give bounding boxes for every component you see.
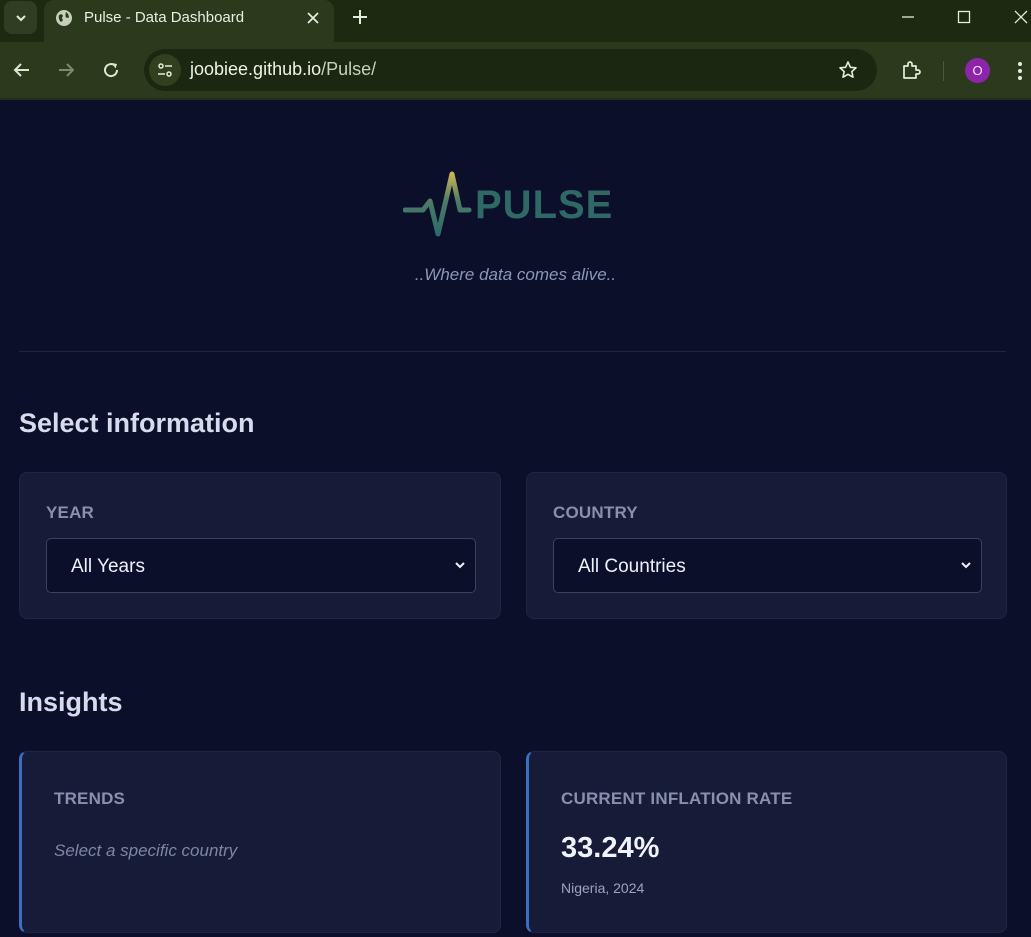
browser-tab[interactable]: Pulse - Data Dashboard: [44, 0, 334, 42]
browser-toolbar: joobiee.github.io/Pulse/: [0, 42, 1031, 100]
minimize-button[interactable]: [894, 5, 922, 29]
reload-button[interactable]: [98, 57, 124, 83]
tagline: ..Where data comes alive..: [414, 265, 617, 284]
header-divider: [19, 351, 1006, 352]
new-tab-button[interactable]: [348, 5, 372, 29]
address-bar[interactable]: joobiee.github.io/Pulse/: [144, 49, 877, 91]
country-select[interactable]: All Countries: [553, 538, 982, 593]
dashboard-page: PULSE ..Where data comes alive.. Select …: [0, 102, 1031, 937]
url-path: /Pulse/: [321, 59, 377, 79]
menu-icon: [1018, 62, 1022, 80]
country-select-value: All Countries: [578, 556, 686, 577]
profile-avatar[interactable]: O: [965, 58, 990, 83]
url-text: joobiee.github.io/Pulse/: [190, 59, 376, 80]
country-label: COUNTRY: [553, 503, 638, 522]
inflation-subtext: Nigeria, 2024: [561, 880, 645, 896]
year-select[interactable]: All Years: [46, 538, 476, 593]
forward-button[interactable]: [53, 57, 79, 83]
back-button[interactable]: [9, 57, 35, 83]
inflation-label: CURRENT INFLATION RATE: [561, 789, 793, 808]
insights-section-title: Insights: [19, 687, 123, 717]
extensions-button[interactable]: [898, 57, 924, 83]
chevron-down-icon: [961, 562, 971, 569]
trends-label: TRENDS: [54, 789, 126, 808]
country-card: COUNTRY All Countries: [526, 472, 1007, 619]
year-label: YEAR: [46, 503, 95, 522]
back-icon: [13, 63, 29, 77]
tab-title: Pulse - Data Dashboard: [84, 9, 245, 26]
forward-icon: [59, 63, 75, 77]
bookmark-button[interactable]: [836, 58, 860, 82]
select-section-title: Select information: [19, 408, 255, 438]
close-icon: [1014, 10, 1028, 24]
trends-card: TRENDS Select a specific country: [19, 751, 501, 933]
maximize-icon: [957, 10, 971, 24]
tab-strip: Pulse - Data Dashboard: [0, 0, 1031, 42]
globe-icon: [56, 10, 72, 26]
extensions-icon: [903, 61, 921, 79]
star-icon: [839, 61, 857, 78]
toolbar-divider: [943, 61, 944, 81]
chevron-down-icon: [15, 14, 26, 21]
inflation-card: CURRENT INFLATION RATE 33.24% Nigeria, 2…: [526, 751, 1007, 933]
minimize-icon: [902, 16, 914, 18]
browser-menu-button[interactable]: [1010, 58, 1030, 84]
year-card: YEAR All Years: [19, 472, 501, 619]
plus-icon: [353, 10, 367, 24]
chevron-down-icon: [455, 562, 465, 569]
site-info-icon: [158, 63, 172, 77]
trends-placeholder: Select a specific country: [54, 841, 238, 860]
close-tab-button[interactable]: [303, 8, 323, 28]
maximize-button[interactable]: [950, 5, 978, 29]
url-host: joobiee.github.io: [190, 59, 322, 79]
close-window-button[interactable]: [1007, 5, 1031, 29]
pulse-logo: PULSE: [403, 171, 613, 237]
site-info-button[interactable]: [149, 54, 181, 86]
logo-text: PULSE: [475, 183, 613, 227]
year-select-value: All Years: [71, 556, 145, 577]
reload-icon: [104, 63, 119, 78]
inflation-value: 33.24%: [561, 832, 660, 864]
tab-search-button[interactable]: [4, 1, 37, 34]
close-icon: [307, 12, 319, 24]
